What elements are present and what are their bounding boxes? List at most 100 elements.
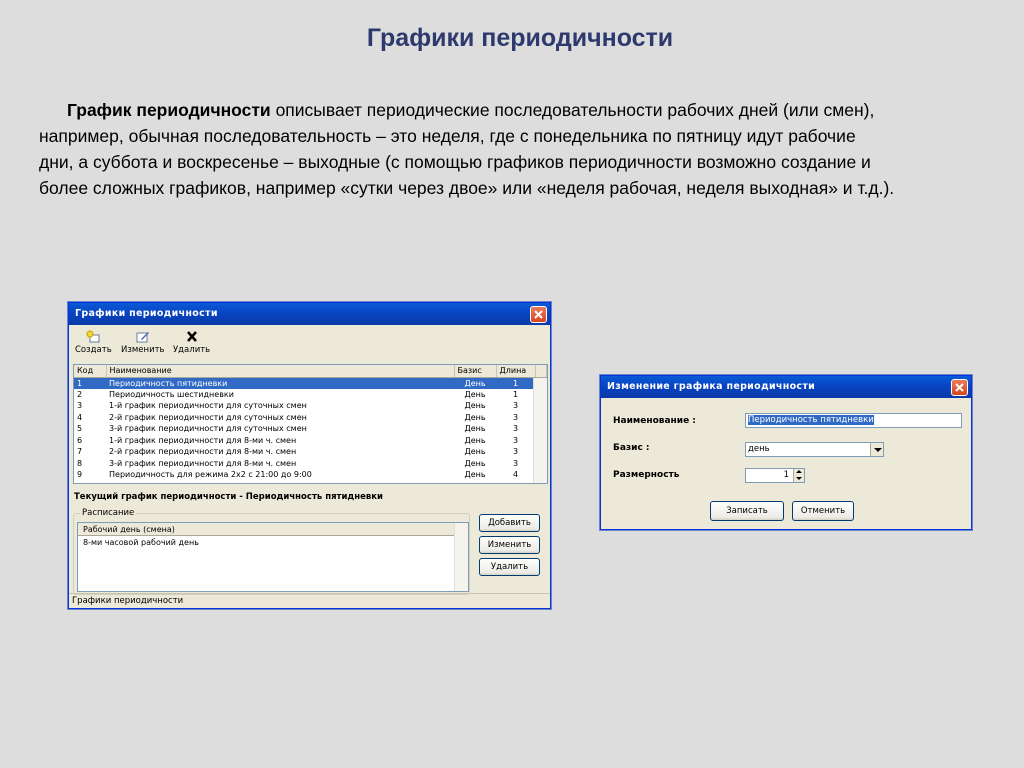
cell-code: 8 [77, 458, 83, 468]
cell-name: 3-й график периодичности для 8-ми ч. сме… [109, 458, 297, 468]
cell-name: Периодичность пятидневки [106, 377, 454, 389]
column-header-name[interactable]: Наименование [106, 365, 455, 378]
paragraph-line-3: дни, а суббота и воскресенье – выходные … [39, 152, 871, 172]
cell-code: 6 [77, 435, 83, 445]
cell-basis: День [464, 401, 486, 411]
cell-name: Периодичность для режима 2х2 с 21:00 до … [109, 470, 312, 480]
description-paragraph: График периодичности описывает периодиче… [39, 97, 1024, 201]
close-icon[interactable] [951, 379, 968, 396]
edit-pencil-icon [136, 330, 150, 343]
cell-basis: День [464, 447, 486, 457]
table-row[interactable]: 4 2-й график периодичности для суточных с… [74, 412, 547, 424]
schedule-list: Рабочий день (смена) 8-ми часовой рабочи… [77, 522, 469, 592]
cell-basis: День [464, 435, 486, 445]
delete-row-button[interactable]: Удалить [479, 558, 540, 576]
table-row[interactable]: 8 3-й график периодичности для 8-ми ч. см… [74, 458, 547, 470]
cell-code: 2 [77, 389, 83, 399]
cell-basis: День [454, 377, 496, 389]
schedule-group-label: Расписание [80, 508, 137, 518]
column-header-code[interactable]: Код [74, 365, 107, 378]
delete-label: Удалить [173, 345, 211, 355]
cell-length: 3 [512, 447, 519, 457]
edit-button[interactable]: Изменить [121, 330, 165, 355]
edit-schedule-dialog: Изменение графика периодичности Наименов… [600, 375, 972, 530]
cell-name: 2-й график периодичности для суточных см… [109, 412, 307, 422]
cell-basis: День [464, 470, 486, 480]
size-stepper-value: 1 [783, 470, 789, 480]
cell-name: 1-й график периодичности для 8-ми ч. сме… [109, 435, 297, 445]
chevron-down-icon[interactable] [870, 443, 883, 456]
schedules-window: Графики периодичности Создать Изменить У… [68, 302, 551, 609]
paragraph-line-4: более сложных графиков, например «сутки … [39, 178, 895, 198]
toolbar: Создать Изменить Удалить [69, 326, 550, 362]
basis-select-value: день [748, 444, 770, 454]
cell-code: 4 [77, 412, 83, 422]
size-stepper[interactable]: 1 [745, 468, 805, 483]
edit-dialog-titlebar[interactable]: Изменение графика периодичности [601, 376, 971, 398]
cell-code: 9 [77, 470, 83, 480]
paragraph-line-1-rest: описывает периодические последовательнос… [270, 100, 875, 120]
cell-code: 3 [77, 401, 83, 411]
current-schedule-label: Текущий график периодичности - Периодичн… [74, 492, 384, 502]
status-bar: Графики периодичности [69, 593, 550, 608]
cell-length: 3 [512, 435, 519, 445]
table-scrollbar[interactable] [533, 378, 547, 483]
save-button[interactable]: Записать [710, 501, 784, 521]
cell-basis: День [464, 458, 486, 468]
schedules-window-titlebar[interactable]: Графики периодичности [69, 303, 550, 325]
column-header-basis[interactable]: Базис [454, 365, 497, 378]
cell-length: 3 [512, 412, 519, 422]
cell-name: 3-й график периодичности для суточных см… [109, 424, 307, 434]
schedules-window-title: Графики периодичности [75, 308, 218, 319]
cell-basis: День [464, 424, 486, 434]
paragraph-line-2: например, обычная последовательность – э… [39, 126, 856, 146]
edit-dialog-title: Изменение графика периодичности [607, 381, 816, 392]
cell-length: 4 [512, 470, 519, 480]
size-label: Размерность [613, 470, 680, 480]
schedule-column-header[interactable]: Рабочий день (смена) [78, 523, 468, 536]
name-field[interactable]: Периодичность пятидневки [745, 413, 962, 428]
column-header-filler [535, 365, 547, 378]
name-field-value: Периодичность пятидневки [748, 415, 874, 425]
slide-title: Графики периодичности [366, 24, 674, 52]
table-row[interactable]: 6 1-й график периодичности для 8-ми ч. см… [74, 435, 547, 447]
schedule-groupbox: Расписание Рабочий день (смена) 8-ми час… [73, 508, 470, 595]
cell-length: 3 [512, 424, 519, 434]
table-header: Код Наименование Базис Длина [74, 365, 547, 378]
table-row[interactable]: 1 Периодичность пятидневки День 1 [74, 377, 547, 389]
cell-name: 1-й график периодичности для суточных см… [109, 401, 307, 411]
edit-label: Изменить [121, 345, 165, 355]
cell-basis: День [464, 389, 486, 399]
basis-select[interactable]: день [745, 442, 884, 457]
table-row[interactable]: 5 3-й график периодичности для суточных с… [74, 423, 547, 435]
table-row[interactable]: 2 Периодичность шестидневки День 1 [74, 389, 547, 401]
edit-row-button[interactable]: Изменить [479, 536, 540, 554]
delete-button[interactable]: Удалить [173, 330, 210, 355]
add-button[interactable]: Добавить [479, 514, 540, 532]
cell-code: 5 [77, 424, 83, 434]
delete-x-icon [185, 330, 199, 343]
cell-length: 3 [512, 401, 519, 411]
term-bold: График периодичности [67, 100, 271, 120]
close-icon[interactable] [530, 306, 547, 323]
table-row[interactable]: 7 2-й график периодичности для 8-ми ч. см… [74, 446, 547, 458]
cell-name: 2-й график периодичности для 8-ми ч. сме… [109, 447, 297, 457]
list-item[interactable]: 8-ми часовой рабочий день [78, 536, 468, 549]
cancel-button[interactable]: Отменить [792, 501, 854, 521]
schedules-table: Код Наименование Базис Длина 1 Периодично… [73, 364, 548, 484]
paragraph-line-1: График периодичности описывает периодиче… [39, 97, 1024, 123]
cell-code: 1 [74, 377, 106, 389]
cell-name: Периодичность шестидневки [109, 389, 234, 399]
cell-code: 7 [77, 447, 83, 457]
column-header-length[interactable]: Длина [496, 365, 536, 378]
cell-basis: День [464, 412, 486, 422]
cell-length: 3 [512, 458, 519, 468]
spinner-arrows-icon[interactable] [793, 469, 804, 482]
create-button[interactable]: Создать [75, 330, 112, 355]
table-row[interactable]: 9 Периодичность для режима 2х2 с 21:00 до… [74, 469, 547, 481]
cell-length: 1 [496, 377, 535, 389]
create-label: Создать [75, 345, 112, 355]
schedule-scrollbar[interactable] [454, 523, 468, 591]
table-row[interactable]: 3 1-й график периодичности для суточных с… [74, 400, 547, 412]
name-label: Наименование : [613, 416, 696, 426]
